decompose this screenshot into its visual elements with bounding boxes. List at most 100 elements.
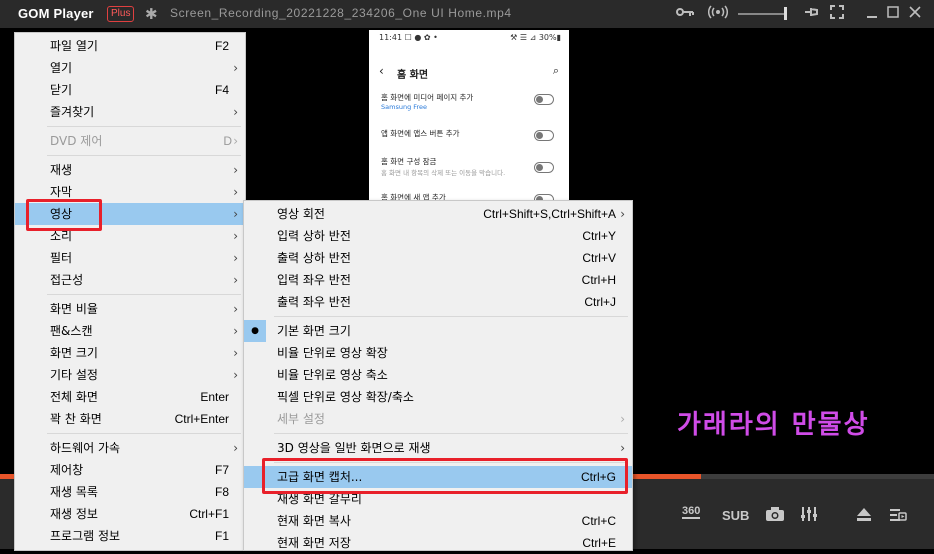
menu-item-label: 비율 단위로 영상 확장 bbox=[277, 346, 388, 360]
menu-item-label: 비율 단위로 영상 축소 bbox=[277, 368, 388, 382]
broadcast-icon[interactable] bbox=[707, 5, 729, 23]
menu-item-fill-screen[interactable]: 꽉 찬 화면 Ctrl+Enter bbox=[15, 408, 245, 430]
menu-item-label: 입력 좌우 반전 bbox=[277, 273, 351, 287]
plus-badge: Plus bbox=[107, 6, 135, 22]
menu-item-accessibility[interactable]: 접근성 › bbox=[15, 269, 245, 291]
toggle-icon bbox=[534, 94, 554, 105]
menu-item-shortcut: Ctrl+H bbox=[581, 273, 616, 287]
chevron-right-icon: › bbox=[233, 105, 238, 119]
vr-360-button[interactable]: 360 bbox=[682, 505, 701, 519]
volume-knob[interactable] bbox=[784, 7, 787, 20]
key-icon[interactable] bbox=[676, 5, 694, 23]
menu-item-input-flip-h[interactable]: 입력 좌우 반전 Ctrl+H bbox=[244, 269, 632, 291]
menu-item-open[interactable]: 열기 › bbox=[15, 57, 245, 79]
chevron-right-icon: › bbox=[233, 207, 238, 221]
pin-icon[interactable] bbox=[804, 5, 820, 23]
menu-item-shortcut: F8 bbox=[214, 485, 229, 499]
context-menu: 파일 열기 F2 열기 › 닫기 F4 즐겨찾기 › DVD 제어 D › 재생 › 자막 › … bbox=[14, 32, 246, 551]
menu-item-dvd-control[interactable]: DVD 제어 D › bbox=[15, 130, 245, 152]
eject-icon[interactable] bbox=[856, 507, 872, 525]
phone-status-left: 11:41 ☐ ● ✿ • bbox=[379, 33, 438, 42]
menu-item-playback-info[interactable]: 재생 정보 Ctrl+F1 bbox=[15, 503, 245, 525]
menu-item-pixel-resize[interactable]: 픽셀 단위로 영상 확장/축소 bbox=[244, 386, 632, 408]
menu-item-fullscreen[interactable]: 전체 화면 Enter bbox=[15, 386, 245, 408]
menu-item-copy-frame[interactable]: 현재 화면 복사 Ctrl+C bbox=[244, 510, 632, 532]
menu-item-save-frame[interactable]: 현재 화면 저장 Ctrl+E bbox=[244, 532, 632, 554]
menu-item-favorites[interactable]: 즐겨찾기 › bbox=[15, 101, 245, 123]
menu-item-label: 3D 영상을 일반 화면으로 재생 bbox=[277, 441, 431, 455]
menu-item-shortcut: Ctrl+Enter bbox=[174, 412, 229, 426]
phone-row: 홈 화면 구성 잠금 홈 화면 내 항목의 삭제 또는 이동을 막습니다. bbox=[381, 156, 557, 186]
close-icon[interactable] bbox=[909, 5, 921, 23]
menu-item-filter[interactable]: 필터 › bbox=[15, 247, 245, 269]
fullscreen-icon[interactable] bbox=[830, 5, 844, 23]
menu-item-label: 입력 상하 반전 bbox=[277, 229, 351, 243]
phone-search-icon: ⌕ bbox=[552, 64, 559, 77]
video-submenu: 영상 회전 Ctrl+Shift+S,Ctrl+Shift+A › 입력 상하 반전… bbox=[243, 200, 633, 551]
menu-item-output-flip-v[interactable]: 출력 상하 반전 Ctrl+V bbox=[244, 247, 632, 269]
menu-item-label: 필터 bbox=[50, 251, 73, 265]
minimize-icon[interactable] bbox=[866, 5, 878, 23]
menu-item-label: 닫기 bbox=[50, 83, 73, 97]
phone-back-icon: ‹ bbox=[379, 64, 384, 78]
menu-item-label: 접근성 bbox=[50, 273, 84, 287]
menu-item-program-info[interactable]: 프로그램 정보 F1 bbox=[15, 525, 245, 547]
chevron-right-icon: › bbox=[233, 441, 238, 455]
menu-item-pan-scan[interactable]: 팬&스캔 › bbox=[15, 320, 245, 342]
chevron-right-icon: › bbox=[620, 441, 625, 455]
menu-item-label: 영상 회전 bbox=[277, 207, 325, 221]
menu-item-hardware-accel[interactable]: 하드웨어 가속 › bbox=[15, 437, 245, 459]
menu-item-output-flip-h[interactable]: 출력 좌우 반전 Ctrl+J bbox=[244, 291, 632, 313]
volume-slider[interactable] bbox=[738, 13, 786, 15]
menu-item-label: 전체 화면 bbox=[50, 390, 98, 404]
phone-header: 홈 화면 bbox=[397, 70, 429, 81]
menu-item-label: 열기 bbox=[50, 61, 73, 75]
menu-item-label: 꽉 찬 화면 bbox=[50, 412, 102, 426]
menu-item-label: 세부 설정 bbox=[277, 412, 325, 426]
menu-item-playlist[interactable]: 재생 목록 F8 bbox=[15, 481, 245, 503]
selected-bullet-icon: ● bbox=[244, 320, 266, 342]
chevron-right-icon: › bbox=[620, 207, 625, 221]
menu-item-aspect-ratio[interactable]: 화면 비율 › bbox=[15, 298, 245, 320]
phone-row-sub: Samsung Free bbox=[381, 103, 428, 111]
menu-item-rotate[interactable]: 영상 회전 Ctrl+Shift+S,Ctrl+Shift+A › bbox=[244, 203, 632, 225]
phone-row-sub: 홈 화면 내 항목의 삭제 또는 이동을 막습니다. bbox=[381, 169, 506, 177]
menu-separator bbox=[274, 433, 628, 434]
toggle-icon bbox=[534, 162, 554, 173]
chevron-right-icon: › bbox=[233, 251, 238, 265]
equalizer-icon[interactable] bbox=[800, 506, 818, 525]
menu-item-label: 재생 bbox=[50, 163, 73, 177]
phone-row-label: 앱 화면에 앱스 버튼 추가 bbox=[381, 129, 460, 138]
camera-icon[interactable] bbox=[765, 506, 785, 525]
menu-item-close[interactable]: 닫기 F4 bbox=[15, 79, 245, 101]
menu-item-screen-size[interactable]: 화면 크기 › bbox=[15, 342, 245, 364]
menu-item-default-size[interactable]: ● 기본 화면 크기 bbox=[244, 320, 632, 342]
menu-item-label: 현재 화면 저장 bbox=[277, 536, 351, 550]
menu-item-label: 기본 화면 크기 bbox=[277, 324, 351, 338]
menu-item-input-flip-v[interactable]: 입력 상하 반전 Ctrl+Y bbox=[244, 225, 632, 247]
menu-item-ratio-shrink[interactable]: 비율 단위로 영상 축소 bbox=[244, 364, 632, 386]
phone-row: 앱 화면에 앱스 버튼 추가 bbox=[381, 128, 557, 158]
chevron-right-icon: › bbox=[233, 61, 238, 75]
menu-item-label: 현재 화면 복사 bbox=[277, 514, 351, 528]
menu-item-shortcut: Ctrl+Shift+S,Ctrl+Shift+A bbox=[483, 207, 616, 221]
menu-item-label: 화면 크기 bbox=[50, 346, 98, 360]
subtitle-button[interactable]: SUB bbox=[722, 508, 749, 523]
highlight-box-advanced-capture bbox=[262, 458, 628, 494]
menu-separator bbox=[274, 316, 628, 317]
chevron-right-icon: › bbox=[233, 229, 238, 243]
maximize-icon[interactable] bbox=[887, 5, 899, 23]
menu-item-detail-settings[interactable]: 세부 설정 › bbox=[244, 408, 632, 430]
menu-item-control-panel[interactable]: 제어창 F7 bbox=[15, 459, 245, 481]
menu-item-3d-to-2d[interactable]: 3D 영상을 일반 화면으로 재생 › bbox=[244, 437, 632, 459]
menu-item-shortcut: F4 bbox=[214, 83, 229, 97]
chevron-right-icon: › bbox=[620, 412, 625, 426]
menu-item-ratio-expand[interactable]: 비율 단위로 영상 확장 bbox=[244, 342, 632, 364]
playlist-icon[interactable] bbox=[889, 507, 907, 525]
menu-item-playback[interactable]: 재생 › bbox=[15, 159, 245, 181]
menu-item-other-settings[interactable]: 기타 설정 › bbox=[15, 364, 245, 386]
menu-item-open-file[interactable]: 파일 열기 F2 bbox=[15, 35, 245, 57]
chevron-right-icon: › bbox=[233, 324, 238, 338]
menu-item-shortcut: Ctrl+V bbox=[582, 251, 616, 265]
settings-icon[interactable]: ✱ bbox=[145, 5, 158, 23]
